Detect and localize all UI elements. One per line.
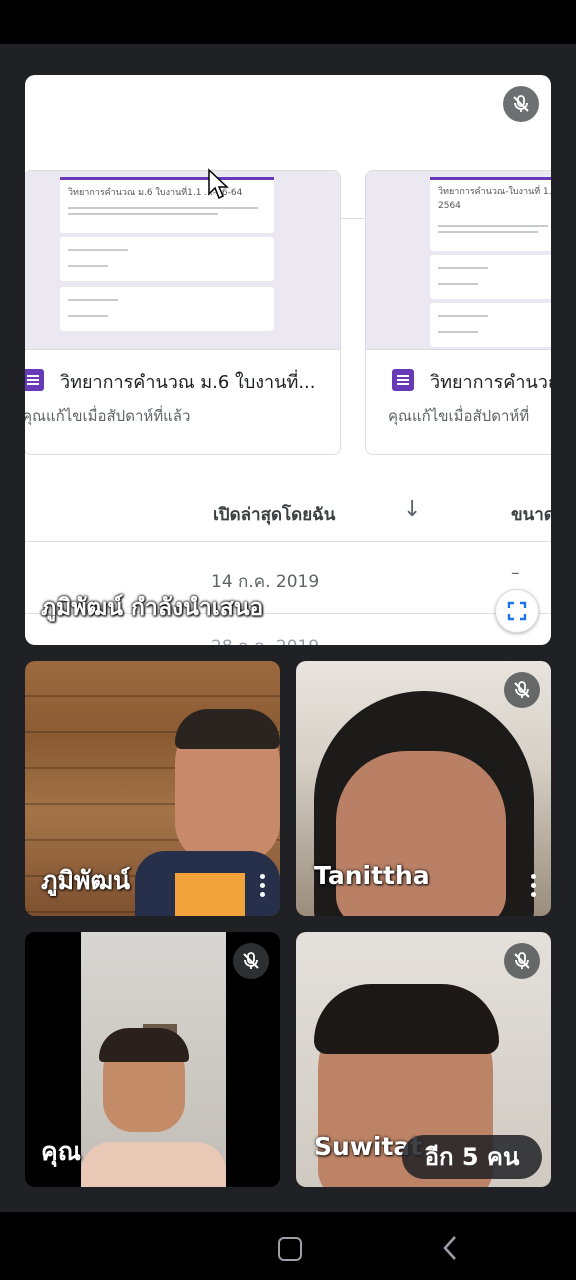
participant-tile[interactable]: Tanittha: [296, 661, 551, 916]
participant-face: [336, 751, 506, 916]
participant-hair: [99, 1028, 189, 1062]
forms-icon: [392, 369, 414, 391]
self-video: [81, 932, 226, 1187]
participant-shirt: [175, 873, 245, 916]
participant-hair: [175, 709, 280, 749]
status-bar: [0, 0, 576, 44]
form-thumbnail: วิทยาการคำนวณ ม.6 ใบงานที่1.1 ...-06-64: [25, 171, 340, 350]
mic-off-icon: [504, 943, 540, 979]
thumbnail-title: วิทยาการคำนวณ-ใบงานที่ 1.1 2564: [438, 187, 551, 211]
arrow-down-icon[interactable]: ↓: [403, 497, 421, 522]
file-card[interactable]: วิทยาการคำนวณ ม.6 ใบงานที่1.1 ...-06-64 …: [25, 170, 341, 455]
sort-row[interactable]: เปิดล่าสุดโดยฉัน ↓ ขนาด: [25, 495, 551, 541]
fullscreen-icon: [507, 601, 527, 621]
participant-tile[interactable]: คุณ: [25, 932, 280, 1187]
file-title: วิทยาการคำนวณ ม.6 ใบงานที่...: [60, 372, 316, 393]
back-icon[interactable]: [438, 1234, 462, 1262]
cursor-icon: [208, 168, 229, 200]
presentation-tile[interactable]: วิทยาการคำนวณ ม.6 ใบงานที่1.1 ...-06-64 …: [25, 75, 551, 645]
more-vert-icon[interactable]: [257, 874, 269, 900]
participant-shirt: [81, 1142, 226, 1187]
home-icon[interactable]: [278, 1237, 302, 1261]
list-divider: [25, 541, 551, 542]
participant-name: คุณ: [41, 1137, 81, 1166]
sort-label[interactable]: เปิดล่าสุดโดยฉัน: [213, 501, 335, 528]
participant-name: Tanittha: [314, 861, 430, 890]
file-subtitle: คุณแก้ไขเมื่อสัปดาห์ที่แล้ว: [25, 407, 191, 425]
row-size: –: [511, 563, 520, 583]
file-subtitle: คุณแก้ไขเมื่อสัปดาห์ที่: [388, 407, 530, 425]
file-card[interactable]: วิทยาการคำนวณ-ใบงานที่ 1.1 2564 วิทยาการ…: [365, 170, 551, 455]
mic-off-icon: [503, 86, 539, 122]
presenter-label: ภูมิพัฒน์ กำลังนำเสนอ: [41, 595, 264, 621]
forms-icon: [25, 369, 44, 391]
fullscreen-button[interactable]: [495, 589, 539, 633]
participant-tile[interactable]: ภูมิพัฒน์: [25, 661, 280, 916]
row-date: 28 ก.ค. 2019: [211, 633, 319, 645]
participant-name: ภูมิพัฒน์: [41, 866, 131, 895]
form-thumbnail: วิทยาการคำนวณ-ใบงานที่ 1.1 2564: [366, 171, 551, 350]
participant-hair: [314, 984, 499, 1054]
file-title: วิทยาการคำนวณ: [430, 372, 551, 393]
mic-off-icon: [233, 943, 269, 979]
more-participants-button[interactable]: อีก 5 คน: [402, 1135, 542, 1179]
mic-off-icon: [504, 672, 540, 708]
more-vert-icon[interactable]: [528, 874, 540, 900]
size-column-header[interactable]: ขนาด: [511, 501, 551, 528]
